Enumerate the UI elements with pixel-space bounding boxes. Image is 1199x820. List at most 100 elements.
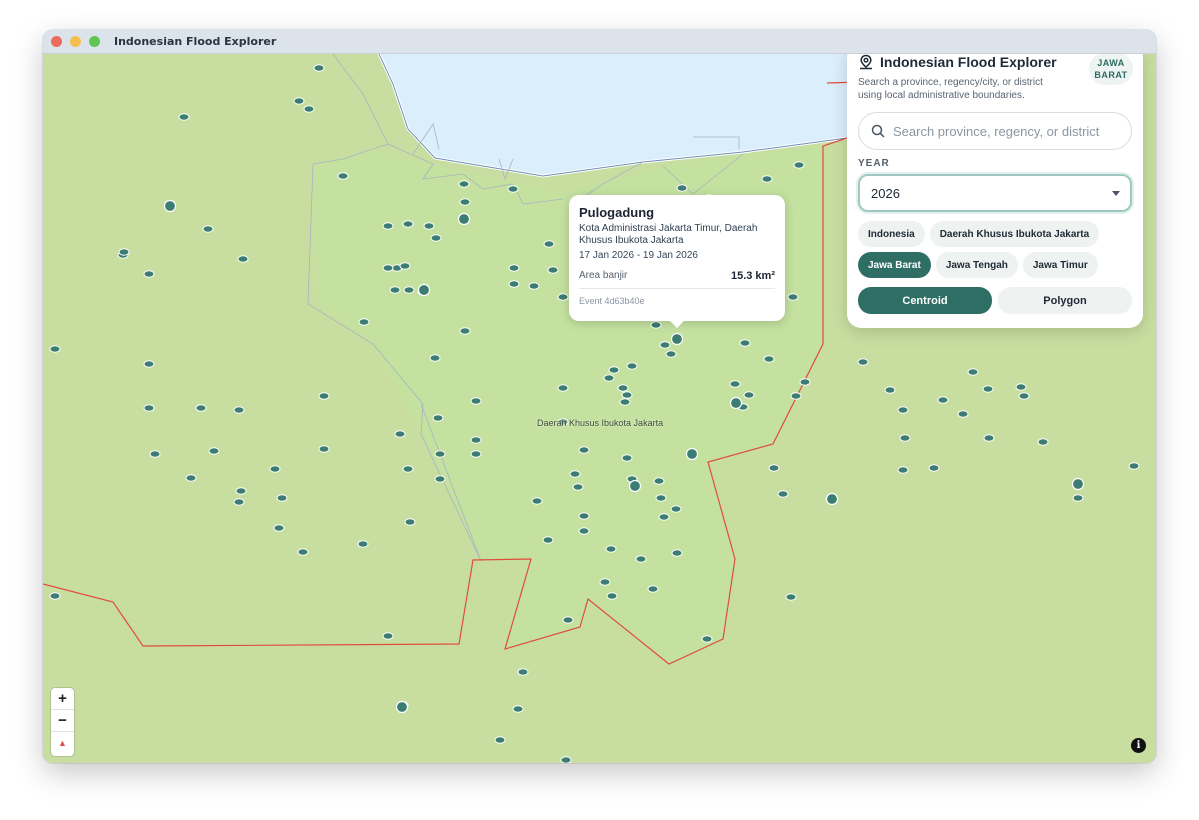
flood-marker[interactable]: [49, 345, 61, 353]
flood-marker[interactable]: [512, 705, 524, 713]
flood-marker[interactable]: [671, 549, 683, 557]
flood-marker[interactable]: [49, 592, 61, 600]
flood-marker[interactable]: [543, 240, 555, 248]
flood-marker[interactable]: [1072, 494, 1084, 502]
flood-marker-large[interactable]: [670, 332, 684, 346]
flood-marker[interactable]: [1015, 383, 1027, 391]
flood-marker-large[interactable]: [417, 283, 431, 297]
flood-marker[interactable]: [768, 464, 780, 472]
flood-marker[interactable]: [303, 105, 315, 113]
info-icon[interactable]: i: [1131, 738, 1146, 753]
flood-marker[interactable]: [799, 378, 811, 386]
flood-marker[interactable]: [572, 483, 584, 491]
flood-marker[interactable]: [382, 264, 394, 272]
flood-marker[interactable]: [562, 616, 574, 624]
flood-marker[interactable]: [676, 184, 688, 192]
flood-marker[interactable]: [897, 406, 909, 414]
flood-marker[interactable]: [293, 97, 305, 105]
region-chip[interactable]: Jawa Timur: [1022, 252, 1098, 278]
flood-marker[interactable]: [647, 585, 659, 593]
flood-marker[interactable]: [459, 327, 471, 335]
flood-marker[interactable]: [470, 450, 482, 458]
flood-marker[interactable]: [458, 180, 470, 188]
flood-marker-large[interactable]: [685, 447, 699, 461]
flood-marker[interactable]: [569, 470, 581, 478]
flood-marker[interactable]: [528, 282, 540, 290]
flood-marker[interactable]: [508, 280, 520, 288]
flood-marker[interactable]: [557, 293, 569, 301]
flood-marker[interactable]: [957, 410, 969, 418]
flood-marker-large[interactable]: [395, 700, 409, 714]
zoom-out-button[interactable]: −: [51, 710, 74, 732]
flood-marker[interactable]: [608, 366, 620, 374]
flood-marker[interactable]: [897, 466, 909, 474]
flood-marker[interactable]: [785, 593, 797, 601]
flood-marker[interactable]: [743, 391, 755, 399]
flood-marker[interactable]: [937, 396, 949, 404]
flood-marker[interactable]: [531, 497, 543, 505]
flood-marker[interactable]: [560, 756, 572, 763]
flood-marker[interactable]: [233, 498, 245, 506]
flood-marker[interactable]: [434, 450, 446, 458]
flood-marker[interactable]: [423, 222, 435, 230]
flood-marker[interactable]: [399, 262, 411, 270]
flood-marker[interactable]: [208, 447, 220, 455]
flood-marker[interactable]: [635, 555, 647, 563]
flood-marker[interactable]: [658, 513, 670, 521]
flood-marker[interactable]: [276, 494, 288, 502]
search-box[interactable]: [858, 112, 1132, 150]
flood-marker[interactable]: [790, 392, 802, 400]
flood-marker-large[interactable]: [825, 492, 839, 506]
flood-marker[interactable]: [149, 450, 161, 458]
flood-marker[interactable]: [237, 255, 249, 263]
flood-marker[interactable]: [394, 430, 406, 438]
flood-marker[interactable]: [599, 578, 611, 586]
flood-marker[interactable]: [470, 436, 482, 444]
compass-icon[interactable]: ▲: [51, 732, 74, 754]
flood-marker[interactable]: [403, 286, 415, 294]
flood-marker[interactable]: [739, 339, 751, 347]
flood-marker[interactable]: [118, 248, 130, 256]
region-chip[interactable]: Indonesia: [858, 221, 925, 247]
flood-marker-large[interactable]: [163, 199, 177, 213]
flood-marker[interactable]: [507, 185, 519, 193]
minimize-window-button[interactable]: [70, 36, 81, 47]
flood-marker[interactable]: [899, 434, 911, 442]
flood-marker[interactable]: [606, 592, 618, 600]
flood-marker[interactable]: [982, 385, 994, 393]
flood-marker[interactable]: [659, 341, 671, 349]
flood-marker-large[interactable]: [457, 212, 471, 226]
flood-marker[interactable]: [470, 397, 482, 405]
flood-marker[interactable]: [626, 362, 638, 370]
search-input[interactable]: [893, 123, 1113, 139]
flood-marker[interactable]: [178, 113, 190, 121]
flood-marker[interactable]: [185, 474, 197, 482]
flood-marker[interactable]: [761, 175, 773, 183]
flood-marker[interactable]: [557, 384, 569, 392]
flood-marker[interactable]: [763, 355, 775, 363]
region-chip[interactable]: Jawa Barat: [858, 252, 931, 278]
flood-marker[interactable]: [434, 475, 446, 483]
flood-marker-large[interactable]: [729, 396, 743, 410]
mode-centroid-button[interactable]: Centroid: [858, 287, 992, 314]
flood-marker[interactable]: [1128, 462, 1140, 470]
flood-marker[interactable]: [578, 446, 590, 454]
flood-marker[interactable]: [617, 384, 629, 392]
flood-marker[interactable]: [793, 161, 805, 169]
region-chip[interactable]: Daerah Khusus Ibukota Jakarta: [929, 221, 1100, 247]
flood-marker[interactable]: [578, 512, 590, 520]
flood-marker[interactable]: [235, 487, 247, 495]
flood-marker[interactable]: [670, 505, 682, 513]
maximize-window-button[interactable]: [89, 36, 100, 47]
flood-marker[interactable]: [494, 736, 506, 744]
flood-marker[interactable]: [389, 286, 401, 294]
flood-marker[interactable]: [459, 198, 471, 206]
flood-marker[interactable]: [382, 632, 394, 640]
flood-marker[interactable]: [621, 454, 633, 462]
flood-marker[interactable]: [432, 414, 444, 422]
flood-marker[interactable]: [605, 545, 617, 553]
flood-marker[interactable]: [402, 465, 414, 473]
flood-marker[interactable]: [318, 392, 330, 400]
flood-marker[interactable]: [508, 264, 520, 272]
flood-marker[interactable]: [653, 477, 665, 485]
